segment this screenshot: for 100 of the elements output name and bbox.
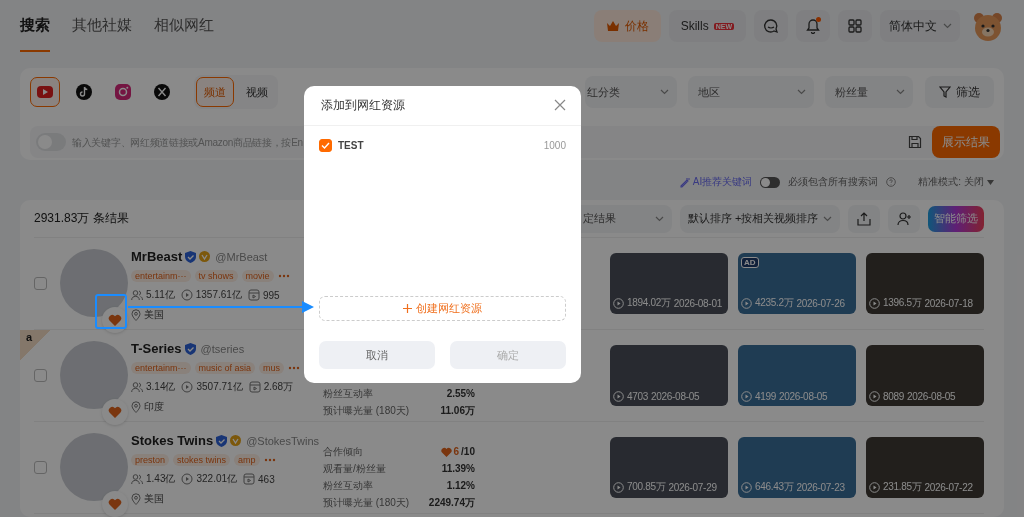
close-button[interactable]	[554, 98, 568, 113]
save-icon[interactable]	[908, 135, 922, 149]
video-thumbnail[interactable]: 231.85万 2026-07-22	[866, 437, 984, 498]
dropdown-placeholder: 地区	[698, 84, 720, 100]
video-date: 2026-07-22	[924, 481, 973, 493]
more-dots-icon[interactable]	[277, 274, 290, 278]
ai-keywords-link[interactable]: AI推荐关键词	[678, 175, 753, 189]
video-views: 646.43万	[755, 480, 794, 494]
video-thumbnail[interactable]: 8089 2026-08-05	[866, 345, 984, 406]
list-checkbox[interactable]	[319, 138, 332, 152]
nav-tab[interactable]: 搜索	[20, 0, 50, 52]
metric-label: 观看量/粉丝量	[323, 461, 386, 476]
cancel-button[interactable]: 取消	[319, 341, 435, 369]
view-count: 322.01亿	[196, 472, 238, 486]
plus-icon	[403, 304, 412, 313]
video-views: 8089	[883, 391, 905, 402]
add-user-button[interactable]	[888, 204, 920, 233]
metric-label: 合作倾向	[323, 444, 363, 459]
topic-tag[interactable]: mus	[259, 362, 285, 374]
topic-tag[interactable]: entertainm···	[131, 270, 191, 282]
topic-tag[interactable]: movie	[241, 270, 274, 282]
topic-tag[interactable]: amp	[234, 454, 260, 466]
must-include-toggle[interactable]	[760, 176, 781, 188]
bear-avatar-icon[interactable]	[972, 10, 1004, 42]
subscriber-count: 3.14亿	[146, 380, 176, 394]
topic-tag[interactable]: preston	[131, 454, 170, 466]
create-list-button[interactable]: 创建网红资源	[319, 296, 566, 321]
chat-button[interactable]	[754, 10, 788, 42]
smart-filter-button[interactable]: 智能筛选	[928, 205, 984, 232]
chat-icon	[763, 18, 779, 34]
filter-button[interactable]: 筛选	[925, 76, 994, 108]
metric-value: 2249.74万	[428, 495, 475, 510]
export-button[interactable]	[848, 204, 880, 233]
video-thumbnail[interactable]: 1894.02万 2026-08-01	[610, 253, 728, 314]
metric-label: 预计曝光量 (180天)	[323, 495, 410, 510]
filter-dropdown[interactable]: 红分类	[585, 76, 677, 108]
nav-tab[interactable]: 其他社媒	[72, 0, 132, 52]
video-views: 1894.02万	[627, 296, 671, 310]
influencer-handle: @StokesTwins	[246, 434, 320, 447]
filter-dropdown[interactable]: 地区	[688, 76, 814, 108]
language-dropdown[interactable]: 简体中文	[880, 10, 960, 42]
metric-label: 粉丝互动率	[323, 386, 373, 401]
list-name: TEST	[338, 139, 364, 151]
content-type-option[interactable]: 视频	[238, 77, 276, 107]
influencer-name[interactable]: MrBeast	[131, 249, 183, 264]
upload-icon	[857, 211, 871, 226]
row-checkbox[interactable]	[34, 369, 47, 382]
location-pin-icon	[131, 493, 141, 505]
play-circle-icon	[613, 391, 624, 402]
video-date: 2026-07-18	[924, 297, 973, 309]
filter-dropdown[interactable]: 粉丝量	[825, 76, 913, 108]
video-date: 2026-07-23	[796, 481, 845, 493]
chevron-down-icon	[797, 89, 806, 95]
play-circle-icon	[869, 297, 880, 309]
video-thumbnail[interactable]: 4703 2026-08-05	[610, 345, 728, 406]
more-dots-icon[interactable]	[288, 366, 301, 370]
dropdown-placeholder: 粉丝量	[835, 84, 868, 100]
play-circle-icon	[869, 391, 880, 402]
metric-label: 粉丝互动率	[323, 478, 373, 493]
list-count: 1000	[543, 139, 566, 151]
score-max: /10	[461, 446, 475, 457]
apps-button[interactable]	[838, 10, 872, 42]
precise-mode-dropdown[interactable]: 精准模式: 关闭	[918, 175, 994, 189]
add-user-icon	[896, 211, 912, 226]
price-button[interactable]: 价格	[593, 10, 661, 42]
heart-icon	[108, 497, 122, 510]
topic-tag[interactable]: tv shows	[194, 270, 238, 282]
video-thumbnail[interactable]: 700.85万 2026-07-29	[610, 437, 728, 498]
influencer-name[interactable]: Stokes Twins	[131, 433, 214, 448]
heart-icon	[440, 446, 452, 457]
sort-dropdown[interactable]: 默认排序 +按相关视频排序	[680, 204, 840, 233]
views-icon	[181, 381, 194, 393]
topic-tag[interactable]: music of asia	[194, 362, 256, 374]
score-value: 6	[453, 446, 460, 457]
location: 美国	[144, 492, 164, 506]
content-type-option[interactable]: 频道	[196, 77, 234, 107]
show-results-button[interactable]: 展示结果	[932, 126, 1000, 158]
influencer-name[interactable]: T-Series	[131, 341, 182, 356]
row-checkbox[interactable]	[34, 461, 47, 474]
video-thumbnail[interactable]: 1396.5万 2026-07-18	[866, 253, 984, 314]
video-thumbnail[interactable]: AD 4235.2万 2026-07-26	[738, 253, 856, 314]
topic-tag[interactable]: entertainm···	[131, 362, 191, 374]
notifications-button[interactable]	[796, 10, 830, 42]
video-count: 995	[262, 289, 280, 301]
play-circle-icon	[869, 481, 880, 493]
sparkle-pen-icon	[678, 176, 690, 188]
more-dots-icon[interactable]	[263, 458, 276, 462]
nav-tab[interactable]: 相似网红	[154, 0, 214, 52]
platform-button[interactable]	[30, 77, 60, 107]
video-views: 231.85万	[883, 480, 922, 494]
influencer-handle: @tseries	[200, 342, 245, 355]
video-thumbnail[interactable]: 4199 2026-08-05	[738, 345, 856, 406]
note-logo-icon	[75, 83, 93, 101]
favorite-button[interactable]	[102, 398, 128, 425]
subscriber-count: 5.11亿	[146, 288, 175, 302]
video-date: 2026-08-05	[651, 391, 700, 402]
video-thumbnail[interactable]: 646.43万 2026-07-23	[738, 437, 856, 498]
topic-tag[interactable]: stokes twins	[173, 454, 231, 466]
metric-value: 11.39%	[441, 463, 475, 474]
row-checkbox[interactable]	[34, 277, 47, 290]
